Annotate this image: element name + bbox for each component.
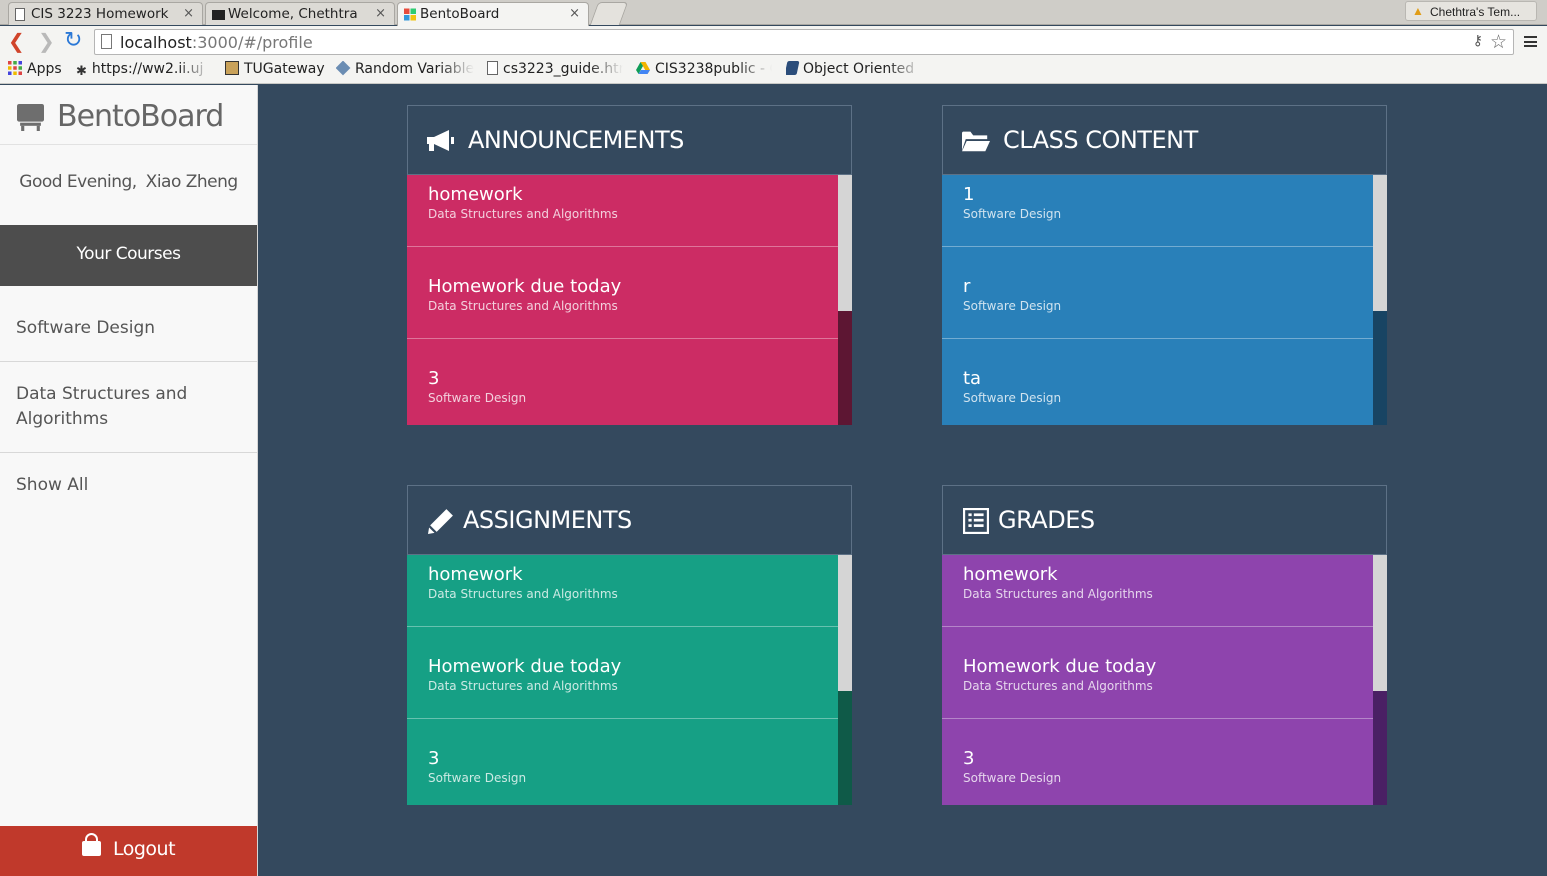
folder-open-icon [962,131,990,152]
bookmark-cis3238public[interactable]: CIS3238public - C [636,61,772,77]
close-icon[interactable]: × [183,6,194,21]
new-tab-button[interactable] [589,2,629,25]
browser-tab-strip: CIS 3223 Homework × Welcome, Chethtra × … [0,0,1547,26]
drive-icon [636,62,650,74]
panel-header: ASSIGNMENTS [408,486,851,555]
greeting-text: Good Evening, [19,172,137,192]
paw-icon: ✱ [76,64,87,78]
greeting: Good Evening, Xiao Zheng [0,145,257,225]
bookmark-apps[interactable]: Apps [8,61,62,77]
browser-tab-welcome[interactable]: Welcome, Chethtra × [205,2,395,25]
panel-title: CLASS CONTENT [1003,126,1198,154]
list-item[interactable]: r Software Design [942,247,1373,339]
url-text: localhost:3000/#/profile [120,33,313,52]
reload-icon[interactable]: ↻ [64,30,82,52]
panel-list: homework Data Structures and Algorithms H… [407,175,838,425]
apps-grid-icon [8,61,22,75]
list-item[interactable]: ta Software Design [942,339,1373,425]
close-icon[interactable]: × [375,6,386,21]
class-content-panel: CLASS CONTENT 1 Software Design r Software… [942,105,1387,425]
sidebar-item-software-design[interactable]: Software Design [0,286,257,362]
user-name: Xiao Zheng [145,172,239,192]
menu-icon[interactable] [1524,36,1537,47]
page-icon [487,61,498,75]
list-item[interactable]: Homework due today Data Structures and Al… [942,627,1373,719]
browser-tab-bentoboard[interactable]: BentoBoard × [397,2,589,26]
forward-arrow-icon[interactable]: ❯ [38,31,55,51]
bookmark-object-oriented[interactable]: Object Oriented [786,61,922,77]
list-item[interactable]: 3 Software Design [407,339,838,425]
bookmark-tugateway[interactable]: TUGateway [225,61,325,77]
sidebar-item-data-structures[interactable]: Data Structures and Algorithms [0,362,257,453]
brand[interactable]: BentoBoard [0,85,257,145]
bookmark-ww2[interactable]: ✱ https://ww2.ii.uj [76,61,212,78]
sidebar: BentoBoard Good Evening, Xiao Zheng Your … [0,85,258,876]
list-item[interactable]: 3 Software Design [407,719,838,805]
bookmark-cs3223-guide[interactable]: cs3223_guide.htr [487,61,623,77]
profile-button[interactable]: ▲ Chethtra's Tem... [1405,1,1537,21]
list-icon [963,508,989,534]
blackboard-icon [212,10,225,20]
bookmark-star-icon[interactable]: ☆ [1490,31,1507,53]
key-icon[interactable]: ⚷ [1473,33,1483,49]
panel-title: ANNOUNCEMENTS [468,126,684,154]
panel-header: ANNOUNCEMENTS [408,106,851,175]
profile-name: Chethtra's Tem... [1430,5,1521,19]
scrollbar[interactable] [838,175,852,425]
page-icon [101,34,112,49]
list-item[interactable]: Homework due today Data Structures and Al… [407,247,838,339]
logout-label: Logout [112,838,176,860]
scrollbar[interactable] [1373,175,1387,425]
scrollbar-thumb[interactable] [838,175,852,311]
panel-list: 1 Software Design r Software Design ta Soft… [942,175,1373,425]
bento-favicon-icon [404,8,416,21]
gateway-icon [225,61,239,75]
list-item[interactable]: homework Data Structures and Algorithms [942,555,1373,627]
browser-tab-cis3223[interactable]: CIS 3223 Homework × [8,2,203,25]
lock-icon [81,833,101,856]
logo-icon [786,61,800,75]
page-icon [15,8,25,21]
grades-panel: GRADES homework Data Structures and Algor… [942,485,1387,805]
tab-title: Welcome, Chethtra [228,6,358,22]
address-bar[interactable]: localhost:3000/#/profile ⚷ ☆ [94,29,1514,55]
pencil-icon [428,509,453,534]
list-item[interactable]: Homework due today Data Structures and Al… [407,627,838,719]
list-item[interactable]: homework Data Structures and Algorithms [407,175,838,247]
tab-title: BentoBoard [420,6,500,22]
back-arrow-icon[interactable]: ❮ [8,31,25,51]
logout-button[interactable]: Logout [0,826,257,876]
warning-icon: ▲ [1412,4,1424,18]
brand-name: BentoBoard [57,99,224,134]
scrollbar-thumb[interactable] [1373,175,1387,311]
dice-icon [336,61,351,76]
panel-title: ASSIGNMENTS [463,506,632,534]
list-item[interactable]: 3 Software Design [942,719,1373,805]
scrollbar-thumb[interactable] [1373,555,1387,691]
scrollbar-thumb[interactable] [838,555,852,691]
close-icon[interactable]: × [569,6,580,21]
bookmarks-bar: Apps ✱ https://ww2.ii.uj TUGateway Random… [0,59,1547,84]
megaphone-icon [427,130,454,151]
sidebar-item-show-all[interactable]: Show All [0,453,257,519]
scrollbar[interactable] [838,555,852,805]
panel-list: homework Data Structures and Algorithms H… [942,555,1373,805]
bookmark-random-variable[interactable]: Random Variable [336,61,474,77]
scrollbar[interactable] [1373,555,1387,805]
assignments-panel: ASSIGNMENTS homework Data Structures and … [407,485,852,805]
panel-title: GRADES [998,506,1095,534]
your-courses-header[interactable]: Your Courses [0,225,257,286]
browser-toolbar: ❮ ❯ ↻ localhost:3000/#/profile ⚷ ☆ [0,26,1547,59]
presentation-board-icon [17,104,44,131]
list-item[interactable]: 1 Software Design [942,175,1373,247]
panel-header: GRADES [943,486,1386,555]
panel-header: CLASS CONTENT [943,106,1386,175]
list-item[interactable]: homework Data Structures and Algorithms [407,555,838,627]
tab-title: CIS 3223 Homework [31,6,169,22]
panel-list: homework Data Structures and Algorithms H… [407,555,838,805]
announcements-panel: ANNOUNCEMENTS homework Data Structures an… [407,105,852,425]
